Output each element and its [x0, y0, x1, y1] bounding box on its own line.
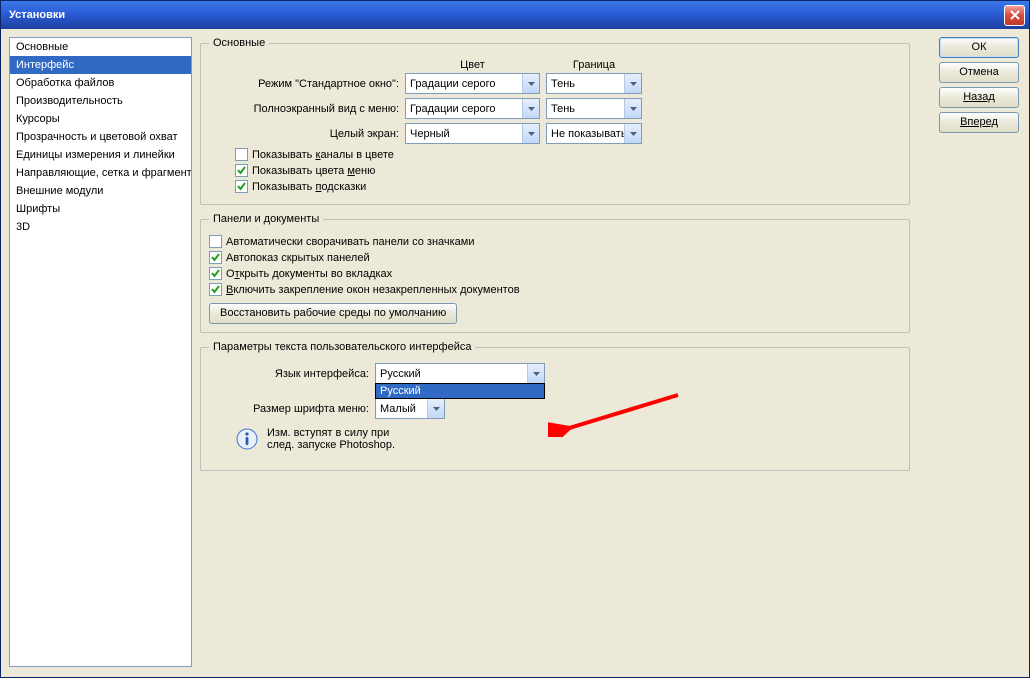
ok-button[interactable]: ОК: [939, 37, 1019, 58]
col-border-header: Граница: [546, 59, 642, 71]
chevron-down-icon: [624, 124, 641, 143]
sidebar-item-interface[interactable]: Интерфейс: [10, 56, 191, 74]
sidebar-item-cursors[interactable]: Курсоры: [10, 110, 191, 128]
language-option-russian[interactable]: Русский: [376, 384, 544, 398]
legend-panels: Панели и документы: [209, 213, 323, 225]
sidebar-item-performance[interactable]: Производительность: [10, 92, 191, 110]
label-ui-language: Язык интерфейса:: [209, 368, 369, 380]
label-fullscreen-menu: Полноэкранный вид с меню:: [209, 103, 399, 115]
dialog-buttons: ОК Отмена Назад Вперед: [939, 37, 1019, 133]
select-full-color[interactable]: Черный: [405, 123, 540, 144]
checkbox-tooltips[interactable]: [235, 180, 248, 193]
label-font-size: Размер шрифта меню:: [209, 403, 369, 415]
close-icon: [1010, 10, 1020, 20]
chevron-down-icon: [624, 74, 641, 93]
label-fullscreen: Целый экран:: [209, 128, 399, 140]
forward-button[interactable]: Вперед: [939, 112, 1019, 133]
info-text: Изм. вступят в силу при след. запуске Ph…: [267, 427, 395, 451]
sidebar-item-3d[interactable]: 3D: [10, 218, 191, 236]
label-standard-mode: Режим "Стандартное окно":: [209, 78, 399, 90]
legend-uitext: Параметры текста пользовательского интер…: [209, 341, 475, 353]
chevron-down-icon: [522, 99, 539, 118]
settings-window: Установки Основные Интерфейс Обработка ф…: [0, 0, 1030, 678]
label-tooltips: Показывать подсказки: [252, 181, 366, 193]
label-autocollapse: Автоматически сворачивать панели со знач…: [226, 236, 475, 248]
back-button[interactable]: Назад: [939, 87, 1019, 108]
chevron-down-icon: [527, 364, 544, 383]
label-menu-colors: Показывать цвета меню: [252, 165, 375, 177]
select-standard-border[interactable]: Тень: [546, 73, 642, 94]
checkbox-menu-colors[interactable]: [235, 164, 248, 177]
checkbox-autoshow[interactable]: [209, 251, 222, 264]
column-headers: Цвет Граница: [405, 59, 901, 71]
checkbox-tabs[interactable]: [209, 267, 222, 280]
window-title: Установки: [9, 9, 1004, 21]
group-panels: Панели и документы Автоматически сворачи…: [200, 213, 910, 333]
sidebar-item-transparency[interactable]: Прозрачность и цветовой охват: [10, 128, 191, 146]
main-panel: Основные Цвет Граница Режим "Стандартное…: [200, 37, 1021, 669]
language-dropdown-list: Русский: [375, 383, 545, 399]
select-full-border[interactable]: Не показывать: [546, 123, 642, 144]
info-icon: [235, 427, 259, 454]
legend-general: Основные: [209, 37, 269, 49]
select-font-size[interactable]: Малый: [375, 398, 445, 419]
chevron-down-icon: [522, 74, 539, 93]
group-uitext: Параметры текста пользовательского интер…: [200, 341, 910, 471]
chevron-down-icon: [624, 99, 641, 118]
close-button[interactable]: [1004, 5, 1025, 26]
checkbox-channels-color[interactable]: [235, 148, 248, 161]
sidebar-item-filehandling[interactable]: Обработка файлов: [10, 74, 191, 92]
sidebar-item-guides[interactable]: Направляющие, сетка и фрагменты: [10, 164, 191, 182]
category-sidebar: Основные Интерфейс Обработка файлов Прои…: [9, 37, 192, 667]
dialog-body: Основные Интерфейс Обработка файлов Прои…: [1, 29, 1029, 677]
checkbox-autocollapse[interactable]: [209, 235, 222, 248]
select-fullscreen-color[interactable]: Градации серого: [405, 98, 540, 119]
select-standard-color[interactable]: Градации серого: [405, 73, 540, 94]
col-color-header: Цвет: [405, 59, 540, 71]
cancel-button[interactable]: Отмена: [939, 62, 1019, 83]
select-ui-language[interactable]: Русский: [375, 363, 545, 384]
label-docking: Включить закрепление окон незакрепленных…: [226, 284, 520, 296]
sidebar-item-fonts[interactable]: Шрифты: [10, 200, 191, 218]
restore-workspaces-button[interactable]: Восстановить рабочие среды по умолчанию: [209, 303, 457, 324]
label-tabs: Открыть документы во вкладках: [226, 268, 392, 280]
checkbox-docking[interactable]: [209, 283, 222, 296]
chevron-down-icon: [427, 399, 444, 418]
select-fullscreen-border[interactable]: Тень: [546, 98, 642, 119]
label-autoshow: Автопоказ скрытых панелей: [226, 252, 370, 264]
sidebar-item-plugins[interactable]: Внешние модули: [10, 182, 191, 200]
chevron-down-icon: [522, 124, 539, 143]
group-general: Основные Цвет Граница Режим "Стандартное…: [200, 37, 910, 205]
titlebar: Установки: [1, 1, 1029, 29]
label-channels-color: Показывать каналы в цвете: [252, 149, 394, 161]
sidebar-item-units[interactable]: Единицы измерения и линейки: [10, 146, 191, 164]
sidebar-item-general[interactable]: Основные: [10, 38, 191, 56]
